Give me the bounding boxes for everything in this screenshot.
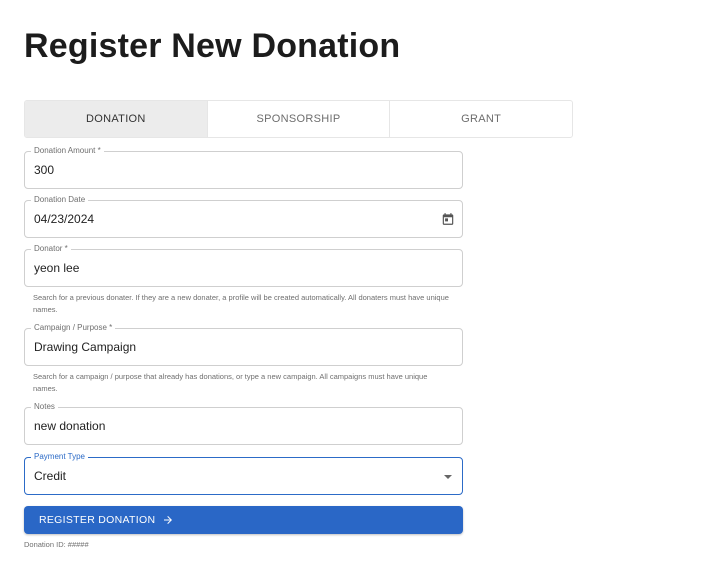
donator-value: yeon lee [34, 261, 80, 275]
donator-help-text: Search for a previous donater. If they a… [33, 293, 449, 314]
tab-donation[interactable]: DONATION [25, 101, 208, 137]
donation-date-value: 04/23/2024 [34, 212, 95, 226]
donation-amount-field[interactable]: Donation Amount * 300 [24, 146, 463, 189]
donation-amount-label: Donation Amount * [31, 146, 104, 156]
tab-sponsorship[interactable]: SPONSORSHIP [208, 101, 391, 137]
arrow-right-icon [164, 516, 173, 524]
notes-label: Notes [31, 402, 58, 412]
payment-type-label: Payment Type [31, 452, 88, 462]
donation-date-label: Donation Date [31, 195, 89, 205]
donation-date-field[interactable]: Donation Date 04/23/2024 [24, 195, 463, 238]
campaign-value: Drawing Campaign [34, 340, 137, 354]
notes-field[interactable]: Notes new donation [24, 402, 463, 445]
donation-id-text: Donation ID: ##### [24, 540, 89, 549]
register-donation-label: REGISTER DONATION [39, 514, 156, 526]
campaign-label: Campaign / Purpose * [31, 323, 116, 333]
campaign-field[interactable]: Campaign / Purpose * Drawing Campaign [24, 323, 463, 366]
calendar-icon[interactable] [441, 212, 455, 226]
notes-value: new donation [34, 419, 106, 433]
payment-type-select[interactable]: Payment Type Credit [24, 452, 463, 495]
donator-label: Donator * [31, 244, 71, 254]
payment-type-value: Credit [34, 469, 67, 483]
donation-amount-value: 300 [34, 163, 55, 177]
caret-down-icon[interactable] [444, 475, 452, 479]
donator-field[interactable]: Donator * yeon lee [24, 244, 463, 287]
tab-grant[interactable]: GRANT [390, 101, 572, 137]
page-title: Register New Donation [24, 27, 401, 65]
campaign-help-text: Search for a campaign / purpose that alr… [33, 372, 428, 393]
donation-type-tabs: DONATION SPONSORSHIP GRANT [24, 100, 573, 138]
register-donation-button[interactable]: REGISTER DONATION [24, 506, 463, 534]
